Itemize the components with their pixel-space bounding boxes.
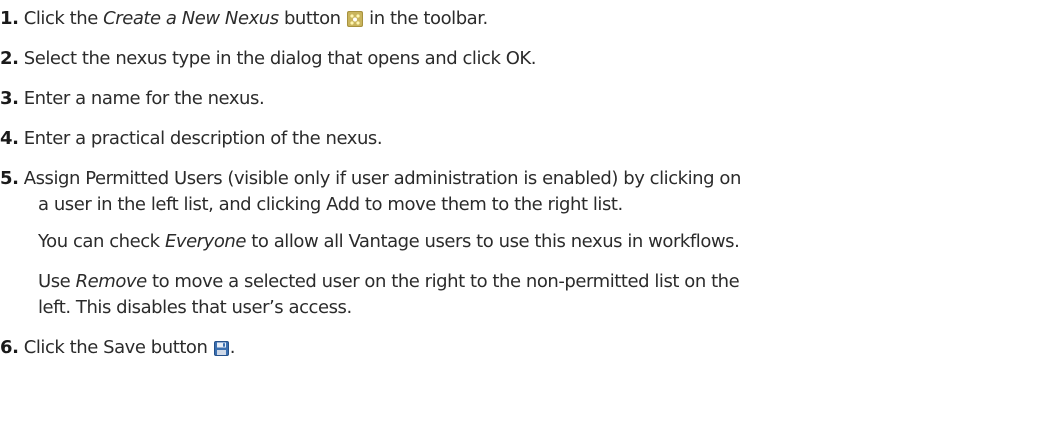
step-5-note-remove: Use Remove to move a selected user on th… <box>38 271 740 293</box>
step-number: 1. <box>0 8 19 29</box>
note-text: to move a selected user on the right to … <box>146 271 740 292</box>
step-text: in the toolbar. <box>363 8 488 29</box>
step-2: 2. Select the nexus type in the dialog t… <box>0 48 537 70</box>
note-text: to allow all Vantage users to use this n… <box>246 231 740 252</box>
step-4: 4. Enter a practical description of the … <box>0 128 383 150</box>
step-text: Enter a practical description of the nex… <box>23 128 383 149</box>
note-text: Use <box>38 271 76 292</box>
note-text: You can check <box>38 231 165 252</box>
step-1: 1. Click the Create a New Nexus button i… <box>0 8 488 33</box>
note-emphasis: Remove <box>75 271 148 292</box>
step-text: Click the Save button <box>23 337 213 358</box>
save-icon <box>213 340 229 362</box>
step-5-continuation: a user in the left list, and clicking Ad… <box>38 194 623 215</box>
step-text: button <box>278 8 346 29</box>
new-nexus-icon <box>346 11 363 33</box>
step-emphasis: Create a New Nexus <box>103 8 279 29</box>
step-text: . <box>229 337 236 358</box>
step-number: 5. <box>0 168 19 189</box>
step-number: 6. <box>0 337 19 358</box>
step-5: 5. Assign Permitted Users (visible only … <box>0 168 741 190</box>
step-text: Enter a name for the nexus. <box>23 88 265 109</box>
step-text: Select the nexus type in the dialog that… <box>23 48 537 69</box>
step-text: Click the <box>23 8 104 29</box>
step-5-note-remove-continuation: left. This disables that user’s access. <box>38 297 352 318</box>
step-text: Assign Permitted Users (visible only if … <box>23 168 742 189</box>
step-5-note-everyone: You can check Everyone to allow all Vant… <box>38 231 740 253</box>
step-6: 6. Click the Save button . <box>0 337 235 362</box>
step-number: 3. <box>0 88 19 109</box>
step-3: 3. Enter a name for the nexus. <box>0 88 265 110</box>
step-number: 4. <box>0 128 19 149</box>
note-emphasis: Everyone <box>164 231 247 252</box>
step-number: 2. <box>0 48 19 69</box>
